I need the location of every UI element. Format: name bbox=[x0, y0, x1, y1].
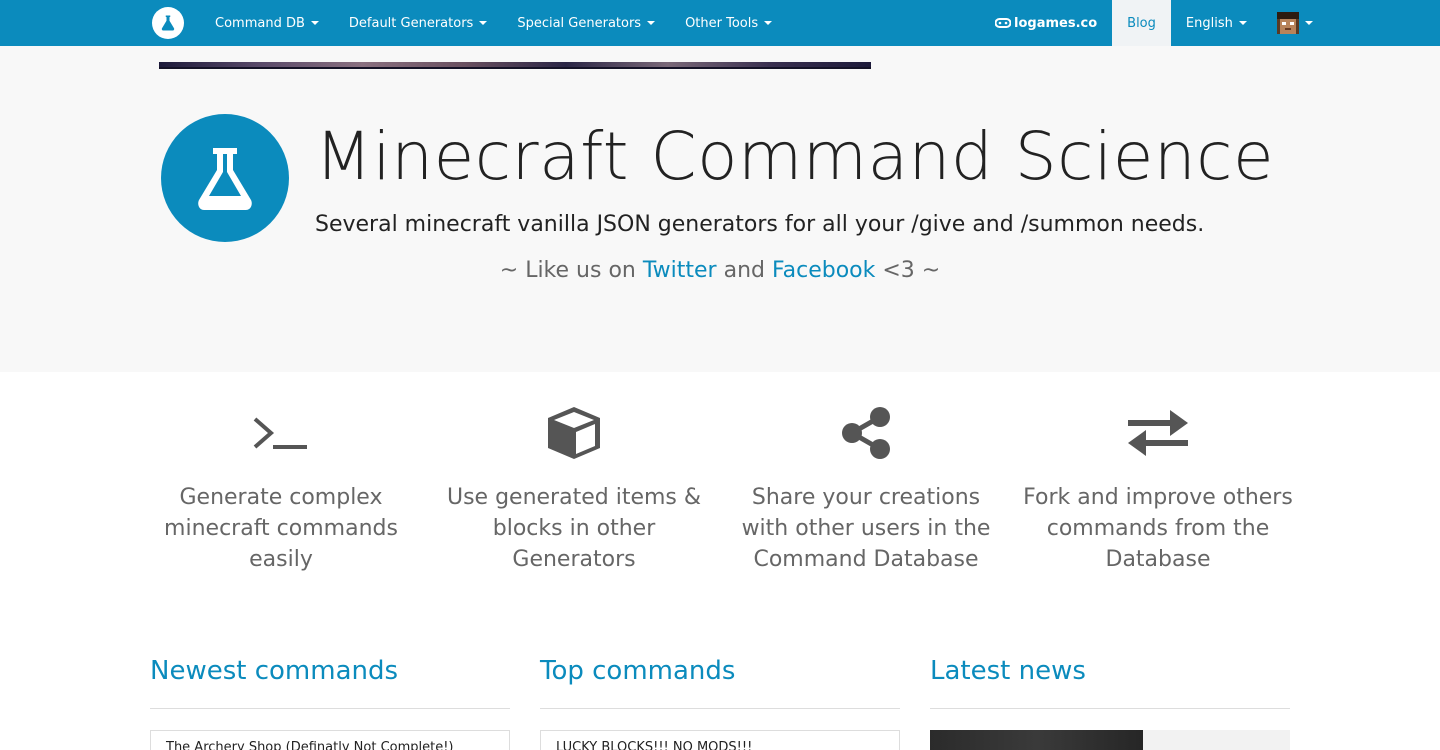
caret-down-icon bbox=[310, 21, 319, 25]
latest-news-section: Latest news bbox=[930, 656, 1290, 750]
share-icon bbox=[842, 407, 890, 459]
feature-share: Share your creations with other users in… bbox=[726, 400, 1006, 575]
feature-reuse: Use generated items & blocks in other Ge… bbox=[434, 400, 714, 575]
social-line: ~ Like us on Twitter and Facebook <3 ~ bbox=[0, 258, 1440, 283]
feature-generate: Generate complex minecraft commands easi… bbox=[141, 400, 421, 575]
divider bbox=[540, 708, 900, 709]
top-navbar: Command DB Default Generators Special Ge… bbox=[0, 0, 1440, 46]
right-menu: logames.co Blog English bbox=[980, 0, 1328, 46]
terminal-icon bbox=[253, 417, 307, 449]
feature-text: Use generated items & blocks in other Ge… bbox=[446, 485, 702, 572]
section-title: Latest news bbox=[930, 656, 1086, 686]
social-suffix: <3 ~ bbox=[882, 258, 941, 283]
news-thumbnail[interactable] bbox=[930, 730, 1290, 750]
social-prefix: ~ Like us on bbox=[499, 258, 636, 283]
section-title: Newest commands bbox=[150, 656, 399, 686]
divider bbox=[930, 708, 1290, 709]
caret-down-icon bbox=[479, 21, 488, 25]
caret-down-icon bbox=[764, 21, 773, 25]
newest-commands-section: Newest commands The Archery Shop (Defina… bbox=[150, 656, 510, 750]
main-menu: Command DB Default Generators Special Ge… bbox=[200, 0, 787, 46]
menu-special-generators[interactable]: Special Generators bbox=[502, 0, 670, 46]
avatar bbox=[1276, 12, 1299, 34]
feature-text: Share your creations with other users in… bbox=[741, 485, 991, 572]
command-item[interactable]: The Archery Shop (Definatly Not Complete… bbox=[150, 730, 510, 750]
language-label: English bbox=[1185, 15, 1233, 31]
feature-fork: Fork and improve others commands from th… bbox=[1018, 400, 1298, 575]
twitter-link[interactable]: Twitter bbox=[643, 258, 717, 283]
menu-label: Command DB bbox=[215, 15, 305, 31]
page-subtitle: Several minecraft vanilla JSON generator… bbox=[315, 212, 1205, 237]
caret-down-icon bbox=[1238, 21, 1247, 25]
section-title: Top commands bbox=[540, 656, 736, 686]
page-title: Minecraft Command Science bbox=[315, 118, 1275, 195]
user-menu[interactable] bbox=[1262, 0, 1328, 46]
command-item[interactable]: LUCKY BLOCKS!!! NO MODS!!! bbox=[540, 730, 900, 750]
divider bbox=[150, 708, 510, 709]
cube-icon bbox=[548, 407, 600, 459]
language-dropdown[interactable]: English bbox=[1171, 0, 1262, 46]
logames-label: logames.co bbox=[1014, 15, 1098, 31]
menu-label: Special Generators bbox=[517, 15, 642, 31]
banner-image-strip bbox=[159, 62, 871, 69]
social-and: and bbox=[723, 258, 765, 283]
feature-text: Fork and improve others commands from th… bbox=[1023, 485, 1293, 572]
flask-icon bbox=[198, 148, 252, 210]
blog-link[interactable]: Blog bbox=[1112, 0, 1171, 46]
top-commands-section: Top commands LUCKY BLOCKS!!! NO MODS!!! bbox=[540, 656, 900, 750]
menu-other-tools[interactable]: Other Tools bbox=[670, 0, 787, 46]
menu-label: Default Generators bbox=[348, 15, 474, 31]
hero-logo bbox=[161, 114, 289, 242]
facebook-link[interactable]: Facebook bbox=[772, 258, 875, 283]
brand-logo[interactable] bbox=[152, 7, 184, 39]
menu-default-generators[interactable]: Default Generators bbox=[334, 0, 502, 46]
exchange-icon bbox=[1128, 410, 1188, 456]
menu-command-db[interactable]: Command DB bbox=[200, 0, 334, 46]
logames-link[interactable]: logames.co bbox=[980, 0, 1112, 46]
gamepad-icon bbox=[995, 18, 1011, 28]
menu-label: Other Tools bbox=[685, 15, 759, 31]
feature-text: Generate complex minecraft commands easi… bbox=[164, 485, 398, 572]
hero-section: Minecraft Command Science Several minecr… bbox=[0, 46, 1440, 372]
caret-down-icon bbox=[647, 21, 656, 25]
caret-down-icon bbox=[1304, 21, 1313, 25]
flask-icon bbox=[161, 15, 175, 31]
